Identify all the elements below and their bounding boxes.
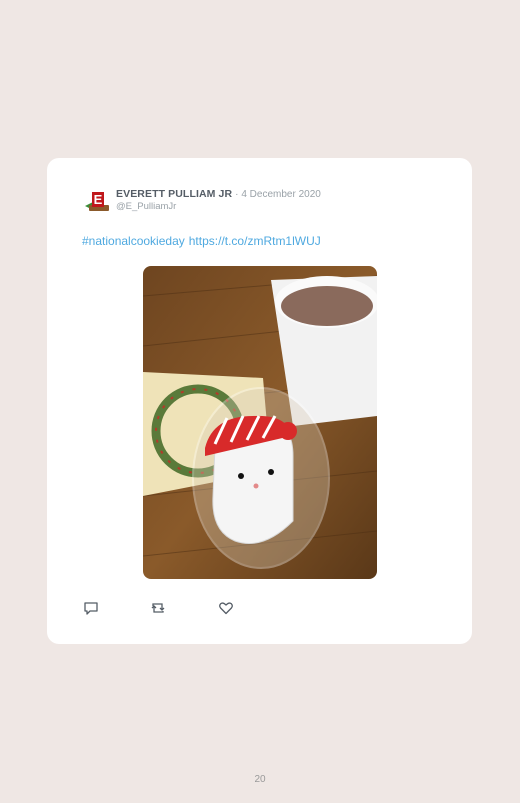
avatar[interactable]: E bbox=[83, 188, 111, 216]
retweet-icon[interactable] bbox=[150, 600, 166, 616]
author-handle[interactable]: @E_PulliamJr bbox=[116, 201, 176, 212]
heart-icon[interactable] bbox=[218, 600, 234, 616]
page-number: 20 bbox=[254, 774, 266, 785]
hashtag-link[interactable]: #nationalcookieday bbox=[82, 234, 185, 248]
tweet-photo[interactable] bbox=[143, 266, 377, 579]
tweet-text: #nationalcookieday https://t.co/zmRtm1lWU… bbox=[82, 234, 325, 248]
tweet-url-link[interactable]: https://t.co/zmRtm1lWUJ bbox=[189, 234, 321, 248]
tweet-date[interactable]: 4 December 2020 bbox=[241, 189, 321, 200]
reply-icon[interactable] bbox=[83, 600, 99, 616]
author-name[interactable]: EVERETT PULLIAM JR bbox=[116, 188, 232, 200]
svg-text:E: E bbox=[94, 192, 103, 207]
author-line: EVERETT PULLIAM JR · 4 December 2020 bbox=[116, 188, 321, 200]
date-separator: · bbox=[235, 189, 239, 200]
tweet-card: E EVERETT PULLIAM JR · 4 December 2020 @… bbox=[47, 158, 472, 644]
